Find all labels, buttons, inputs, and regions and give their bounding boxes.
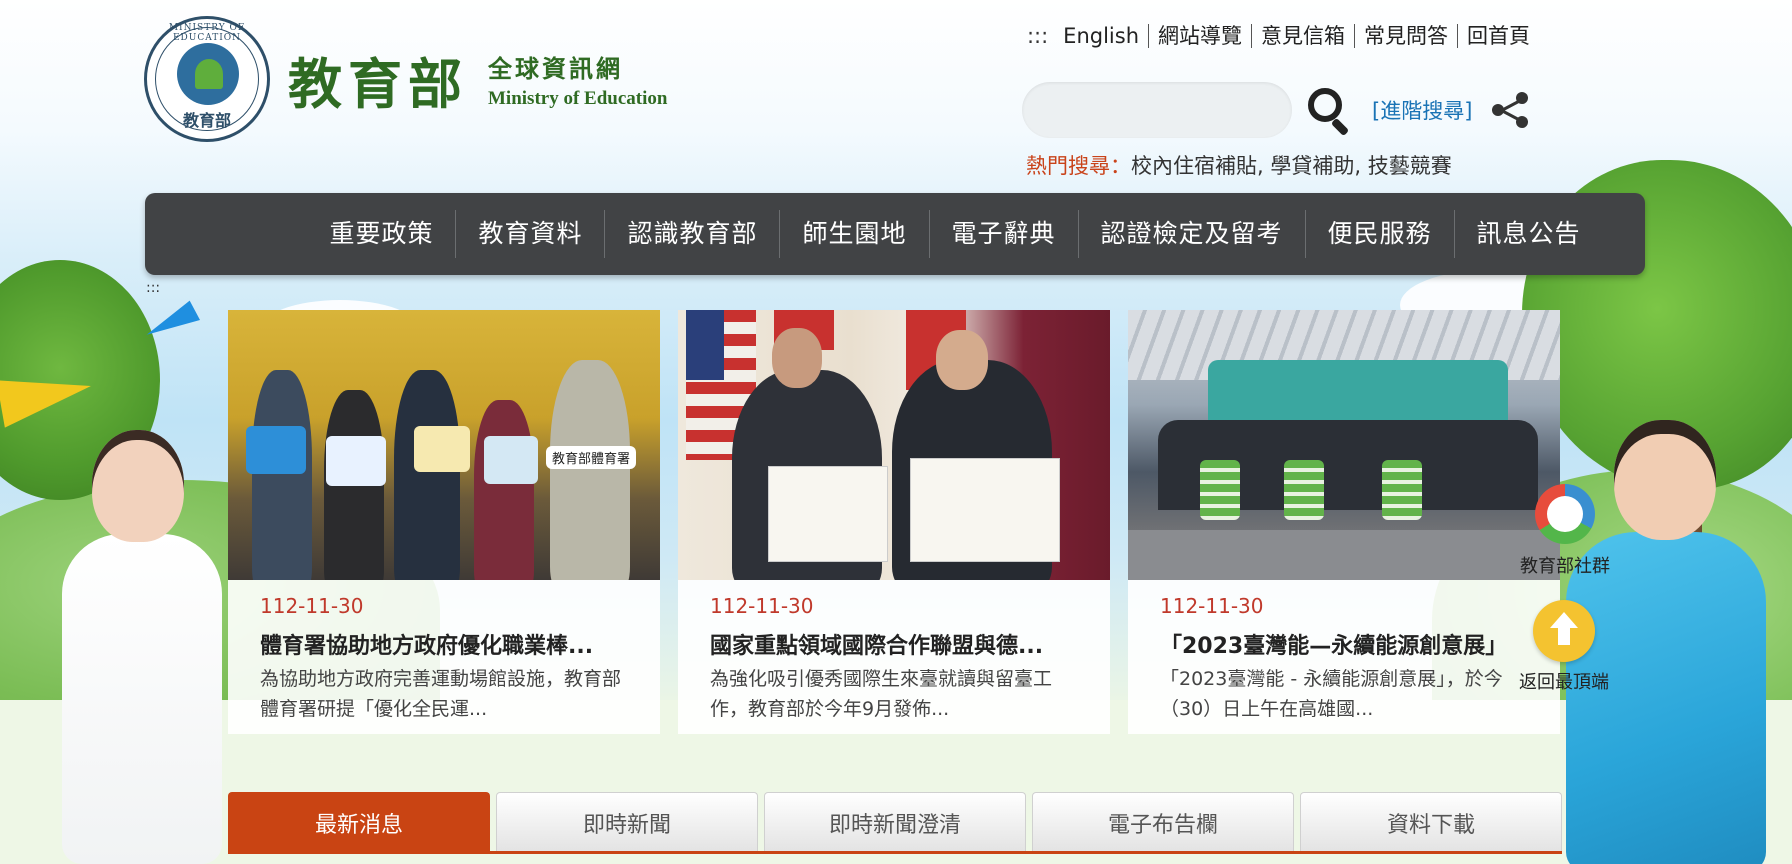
nav-about-ministry[interactable]: 認識教育部 — [605, 210, 781, 258]
tab-bulletin-board[interactable]: 電子布告欄 — [1032, 792, 1294, 852]
accesskey-main[interactable]: ::: — [146, 280, 160, 296]
running-girl-illustration — [40, 430, 250, 864]
seal-arc-text: MINISTRY OF EDUCATION — [168, 23, 246, 43]
hot-search-separator: , — [1354, 154, 1368, 178]
news-date: 112-11-30 — [710, 594, 814, 618]
news-tabs: 最新消息 即時新聞 即時新聞澄清 電子布告欄 資料下載 — [228, 792, 1562, 852]
search-bar: [進階搜尋] — [1022, 82, 1530, 138]
news-photo-sports-administration: 教育部體育署 — [228, 310, 660, 580]
nav-education-data[interactable]: 教育資料 — [456, 210, 606, 258]
news-photo-signing-ceremony — [678, 310, 1110, 580]
nav-announcements[interactable]: 訊息公告 — [1455, 210, 1603, 258]
top-links: ::: English 網站導覽 意見信箱 常見問答 回首頁 — [1027, 24, 1530, 48]
news-date: 112-11-30 — [1160, 594, 1264, 618]
news-photo-energy-expo — [1128, 310, 1560, 580]
news-card[interactable]: 教育部體育署 112-11-30 體育署協助地方政府優化職業棒... 為協助地方… — [228, 310, 660, 734]
hot-search-separator: , — [1257, 154, 1271, 178]
news-summary: 「2023臺灣能 - 永續能源創意展」，於今（30）日上午在高雄國... — [1160, 668, 1503, 720]
hot-search-item[interactable]: 校內住宿補貼 — [1131, 154, 1257, 178]
nav-certification-exams[interactable]: 認證檢定及留考 — [1079, 210, 1306, 258]
link-english[interactable]: English — [1054, 24, 1149, 48]
news-card[interactable]: 112-11-30 「2023臺灣能—永續能源創意展」 「2023臺灣能 - 永… — [1128, 310, 1560, 734]
main-navigation: 重要政策 教育資料 認識教育部 師生園地 電子辭典 認證檢定及留考 便民服務 訊… — [145, 193, 1645, 275]
search-button[interactable] — [1304, 84, 1356, 137]
search-input[interactable] — [1022, 82, 1292, 138]
social-media-label: 教育部社群 — [1520, 556, 1610, 577]
nav-public-services[interactable]: 便民服務 — [1306, 210, 1455, 258]
news-carousel: 教育部體育署 112-11-30 體育署協助地方政府優化職業棒... 為協助地方… — [228, 310, 1560, 734]
news-date: 112-11-30 — [260, 594, 364, 618]
hot-search-item[interactable]: 技藝競賽 — [1368, 154, 1452, 178]
hot-search: 熱門搜尋：校內住宿補貼, 學貸補助, 技藝競賽 — [1026, 150, 1452, 180]
accesskey-top[interactable]: ::: — [1027, 24, 1048, 48]
back-to-top-button[interactable]: 返回最頂端 — [1498, 600, 1630, 694]
brand-name: 教育部 — [288, 51, 468, 116]
brand-subtitle-en: Ministry of Education — [488, 87, 668, 109]
tab-instant-news[interactable]: 即時新聞 — [496, 792, 758, 852]
news-card[interactable]: 112-11-30 國家重點領域國際合作聯盟與德... 為強化吸引優秀國際生來臺… — [678, 310, 1110, 734]
brand-subtitle-cn: 全球資訊網 — [488, 53, 623, 83]
news-title[interactable]: 「2023臺灣能—永續能源創意展」 — [1160, 628, 1528, 660]
hot-search-label: 熱門搜尋： — [1026, 154, 1131, 178]
photo-sign-text: 教育部體育署 — [546, 446, 637, 469]
tab-latest-news[interactable]: 最新消息 — [228, 792, 490, 852]
paper-plane-blue — [141, 300, 201, 346]
brand-subtitle: 全球資訊網 Ministry of Education — [488, 49, 667, 110]
social-ring-icon — [1535, 484, 1595, 544]
hot-search-item[interactable]: 學貸補助 — [1270, 154, 1354, 178]
nav-important-policies[interactable]: 重要政策 — [307, 210, 457, 258]
tab-downloads[interactable]: 資料下載 — [1300, 792, 1562, 852]
link-faq[interactable]: 常見問答 — [1355, 24, 1458, 48]
seal-text: 教育部 — [182, 111, 231, 130]
nav-teachers-students[interactable]: 師生園地 — [780, 210, 930, 258]
advanced-search-link[interactable]: [進階搜尋] — [1372, 95, 1472, 125]
news-title[interactable]: 國家重點領域國際合作聯盟與德... — [710, 628, 1078, 660]
news-summary: 為強化吸引優秀國際生來臺就讀與留臺工作，教育部於今年9月發佈... — [710, 668, 1053, 720]
link-home[interactable]: 回首頁 — [1458, 24, 1530, 48]
link-sitemap[interactable]: 網站導覽 — [1149, 24, 1252, 48]
link-feedback[interactable]: 意見信箱 — [1252, 24, 1355, 48]
nav-e-dictionary[interactable]: 電子辭典 — [930, 210, 1079, 258]
share-icon[interactable] — [1490, 90, 1530, 130]
arrow-up-icon — [1533, 600, 1595, 662]
site-logo[interactable]: MINISTRY OF EDUCATION 教育部 教育部 全球資訊網 Mini… — [144, 16, 667, 142]
social-media-button[interactable]: 教育部社群 — [1510, 484, 1620, 578]
news-summary: 為協助地方政府完善運動場館設施，教育部體育署研提「優化全民運... — [260, 668, 622, 720]
tab-news-clarification[interactable]: 即時新聞澄清 — [764, 792, 1026, 852]
back-to-top-label: 返回最頂端 — [1519, 672, 1609, 693]
news-title[interactable]: 體育署協助地方政府優化職業棒... — [260, 628, 628, 660]
tab-underline — [228, 851, 1562, 854]
ministry-seal-logo: MINISTRY OF EDUCATION 教育部 — [144, 16, 270, 142]
